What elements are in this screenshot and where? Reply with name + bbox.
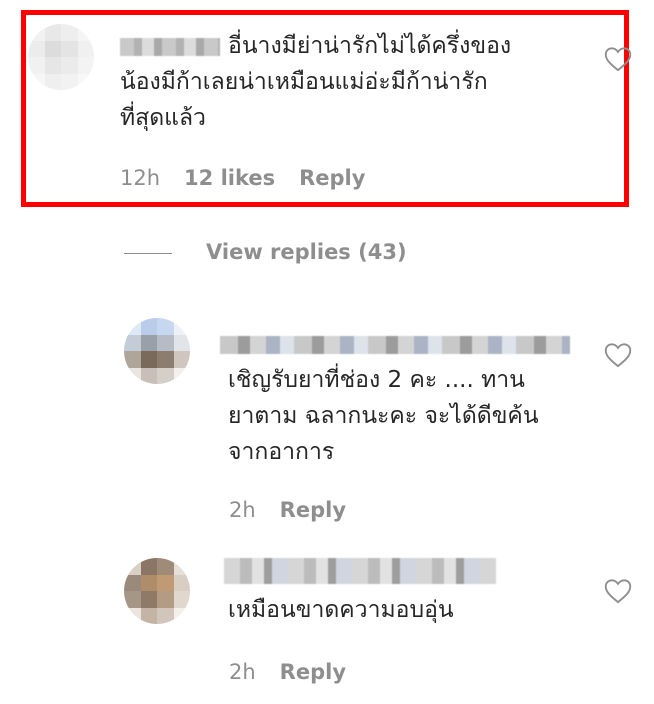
reply-button[interactable]: Reply bbox=[280, 660, 346, 684]
reply-button[interactable]: Reply bbox=[280, 498, 346, 522]
reply-button[interactable]: Reply bbox=[299, 166, 365, 190]
comment-1: อี่นางมีย่าน่ารักไม่ได้ครึ่งของ น้องมีก้… bbox=[0, 0, 654, 210]
avatar[interactable] bbox=[28, 24, 94, 90]
timestamp[interactable]: 2h bbox=[229, 660, 256, 684]
comment-meta: 2h Reply bbox=[229, 498, 346, 522]
comment-text: เหมือนขาดความอบอุ่น bbox=[228, 597, 454, 623]
username[interactable] bbox=[120, 37, 220, 56]
heart-icon[interactable] bbox=[604, 46, 632, 72]
username[interactable] bbox=[224, 558, 496, 584]
avatar[interactable] bbox=[124, 318, 190, 384]
heart-icon[interactable] bbox=[604, 578, 632, 604]
comment-text: เชิญรับยาที่ช่อง 2 คะ .... ทาน ยาตาม ฉลา… bbox=[228, 367, 539, 465]
timestamp[interactable]: 2h bbox=[229, 498, 256, 522]
comment-meta: 12h 12 likes Reply bbox=[120, 166, 365, 190]
username[interactable] bbox=[220, 336, 570, 354]
view-replies-button[interactable]: View replies (43) bbox=[124, 240, 407, 264]
timestamp[interactable]: 12h bbox=[120, 166, 160, 190]
comment-meta: 2h Reply bbox=[229, 660, 346, 684]
likes-count[interactable]: 12 likes bbox=[184, 166, 275, 190]
comment-body: อี่นางมีย่าน่ารักไม่ได้ครึ่งของ น้องมีก้… bbox=[120, 28, 580, 136]
divider-line bbox=[124, 252, 172, 254]
comment-3: เหมือนขาดความอบอุ่น 2h Reply bbox=[0, 540, 654, 704]
comment-text: อี่นางมีย่าน่ารักไม่ได้ครึ่งของ น้องมีก้… bbox=[120, 33, 512, 131]
heart-icon[interactable] bbox=[604, 342, 632, 368]
comment-2: เชิญรับยาที่ช่อง 2 คะ .... ทาน ยาตาม ฉลา… bbox=[0, 300, 654, 540]
avatar[interactable] bbox=[124, 558, 190, 624]
